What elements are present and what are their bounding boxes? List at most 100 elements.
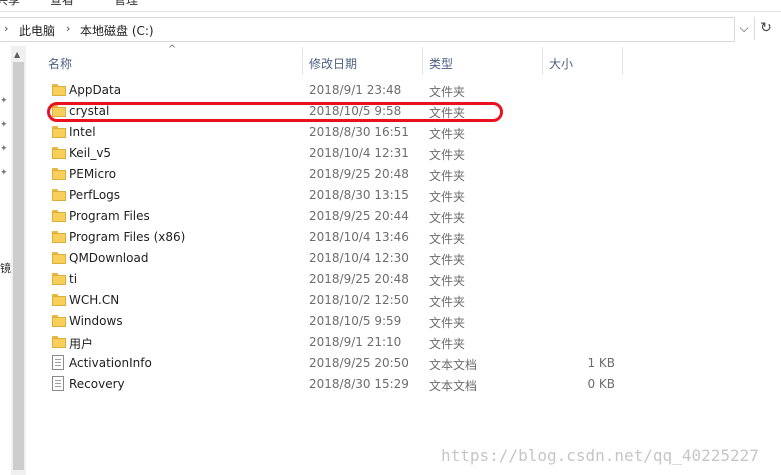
file-row[interactable]: PEMicro 2018/9/25 20:48 文件夹 [40, 164, 780, 185]
pin-icon[interactable]: ✦ [0, 168, 8, 178]
folder-icon [52, 126, 66, 138]
file-name: Windows [69, 314, 123, 328]
folder-icon [52, 231, 66, 243]
pin-icon[interactable]: ✦ [0, 120, 8, 130]
file-type: 文本文档 [429, 379, 478, 393]
file-date: 2018/8/30 13:15 [309, 188, 409, 202]
file-row[interactable]: Keil_v5 2018/10/4 12:31 文件夹 [40, 143, 780, 164]
column-header-size[interactable]: 大小 [549, 55, 573, 72]
address-bar[interactable]: › 此电脑 › 本地磁盘 (C:) [0, 17, 735, 42]
watermark-text: https://blog.csdn.net/qq_40225227 [441, 446, 759, 465]
file-name: QMDownload [69, 251, 149, 265]
refresh-icon[interactable]: ↻ [754, 17, 777, 40]
navigation-pane: ✦ ✦ ✦ ✦ 镜 [0, 46, 11, 475]
file-row[interactable]: PerfLogs 2018/8/30 13:15 文件夹 [40, 185, 780, 206]
folder-icon [52, 168, 66, 180]
breadcrumb-chevron-icon[interactable]: › [4, 22, 8, 35]
file-row[interactable]: Recovery 2018/8/30 15:29 文本文档 0 KB [40, 374, 780, 395]
file-date: 2018/8/30 16:51 [309, 125, 409, 139]
address-dropdown-icon[interactable]: ⌵ [736, 17, 752, 40]
column-divider[interactable] [542, 47, 543, 75]
folder-icon [52, 84, 66, 96]
file-date: 2018/9/25 20:44 [309, 209, 409, 223]
file-row[interactable]: Intel 2018/8/30 16:51 文件夹 [40, 122, 780, 143]
ribbon-tab-share[interactable]: 共享 [0, 0, 20, 8]
file-row[interactable]: QMDownload 2018/10/4 12:30 文件夹 [40, 248, 780, 269]
scroll-up-icon[interactable]: ▲ [14, 50, 20, 59]
folder-icon [52, 252, 66, 264]
file-name: ActivationInfo [69, 356, 152, 370]
file-type: 文件夹 [429, 316, 466, 330]
scrollbar-thumb[interactable] [13, 62, 24, 470]
file-type: 文件夹 [429, 295, 466, 309]
folder-icon [52, 336, 66, 348]
column-header-name[interactable]: 名称 [48, 55, 72, 72]
file-type: 文本文档 [429, 358, 478, 372]
ribbon-tab-manage[interactable]: 管理 [114, 0, 138, 8]
ribbon-tabs: 共享 查看 管理 [0, 0, 781, 8]
file-name: Program Files [69, 209, 150, 223]
file-date: 2018/8/30 15:29 [309, 377, 409, 391]
file-date: 2018/10/4 12:31 [309, 146, 409, 160]
ribbon-divider [0, 11, 781, 12]
file-date: 2018/10/4 13:46 [309, 230, 409, 244]
column-header-type[interactable]: 类型 [429, 55, 453, 72]
file-name: Program Files (x86) [69, 230, 186, 244]
file-row[interactable]: ti 2018/9/25 20:48 文件夹 [40, 269, 780, 290]
folder-icon [52, 273, 66, 285]
file-type: 文件夹 [429, 169, 466, 183]
file-row[interactable]: Windows 2018/10/5 9:59 文件夹 [40, 311, 780, 332]
breadcrumb-this-pc[interactable]: 此电脑 [19, 22, 55, 39]
file-type: 文件夹 [429, 337, 466, 351]
file-row[interactable]: Program Files (x86) 2018/10/4 13:46 文件夹 [40, 227, 780, 248]
file-row[interactable]: ActivationInfo 2018/9/25 20:50 文本文档 1 KB [40, 353, 780, 374]
file-type: 文件夹 [429, 190, 466, 204]
file-name: Intel [69, 125, 96, 139]
breadcrumb-local-disk[interactable]: 本地磁盘 (C:) [80, 22, 154, 39]
column-divider[interactable] [422, 47, 423, 75]
folder-icon [52, 210, 66, 222]
file-date: 2018/9/25 20:48 [309, 167, 409, 181]
file-size: 1 KB [587, 356, 615, 370]
file-date: 2018/9/1 21:10 [309, 335, 402, 349]
pin-icon[interactable]: ✦ [0, 96, 8, 106]
file-type: 文件夹 [429, 85, 466, 99]
folder-icon [52, 147, 66, 159]
file-list: AppData 2018/9/1 23:48 文件夹 crystal 2018/10/5… [40, 80, 780, 395]
breadcrumb-chevron-icon[interactable]: › [66, 22, 70, 35]
sort-ascending-icon: ^ [168, 44, 177, 55]
file-type: 文件夹 [429, 148, 466, 162]
file-date: 2018/10/5 9:59 [309, 314, 402, 328]
column-header-date[interactable]: 修改日期 [309, 55, 357, 72]
column-header-row: ^ 名称 修改日期 类型 大小 [40, 44, 780, 75]
address-row: › 此电脑 › 本地磁盘 (C:) ⌵ ↻ [0, 15, 781, 45]
file-date: 2018/9/25 20:48 [309, 272, 409, 286]
nav-item-label[interactable]: 镜 [0, 260, 11, 276]
column-divider[interactable] [302, 47, 303, 75]
file-row[interactable]: 用户 2018/9/1 21:10 文件夹 [40, 332, 780, 353]
navigation-scrollbar[interactable]: ▲ [11, 46, 26, 475]
folder-icon [52, 294, 66, 306]
file-type: 文件夹 [429, 127, 466, 141]
column-divider[interactable] [622, 47, 623, 75]
file-name: PEMicro [69, 167, 117, 181]
file-name: WCH.CN [69, 293, 120, 307]
file-row[interactable]: WCH.CN 2018/10/2 12:50 文件夹 [40, 290, 780, 311]
file-name: Keil_v5 [69, 146, 112, 160]
file-date: 2018/10/2 12:50 [309, 293, 409, 307]
file-row[interactable]: AppData 2018/9/1 23:48 文件夹 [40, 80, 780, 101]
file-row[interactable]: Program Files 2018/9/25 20:44 文件夹 [40, 206, 780, 227]
ribbon-tab-view[interactable]: 查看 [50, 0, 74, 8]
pin-icon[interactable]: ✦ [0, 144, 8, 154]
file-type: 文件夹 [429, 232, 466, 246]
file-name: PerfLogs [69, 188, 121, 202]
file-date: 2018/9/25 20:50 [309, 356, 409, 370]
file-name: Recovery [69, 377, 125, 391]
file-date: 2018/9/1 23:48 [309, 83, 402, 97]
highlight-annotation [47, 102, 503, 122]
file-name: 用户 [69, 337, 94, 351]
folder-icon [52, 189, 66, 201]
file-type: 文件夹 [429, 211, 466, 225]
text-document-icon [52, 355, 64, 370]
folder-icon [52, 315, 66, 327]
